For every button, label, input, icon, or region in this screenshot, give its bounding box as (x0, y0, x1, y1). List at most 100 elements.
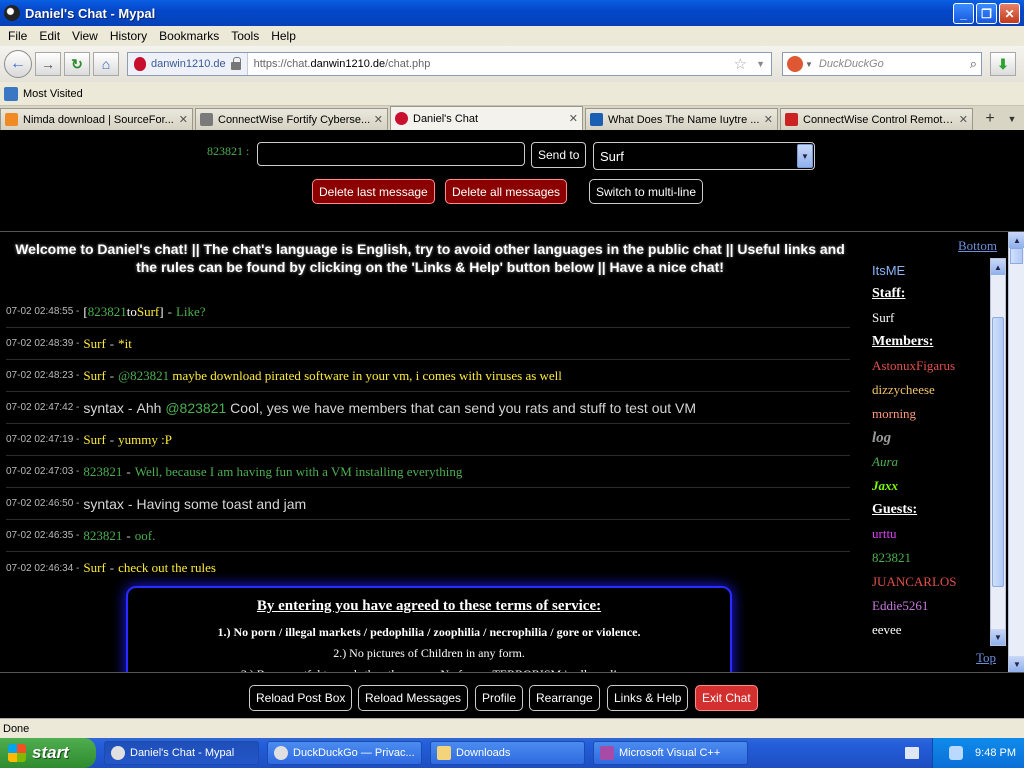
user-item[interactable]: ItsME (872, 258, 992, 282)
search-icon[interactable]: ⌕ (970, 56, 981, 72)
user-list-scrollbar[interactable]: ▲ ▼ (990, 258, 1006, 646)
scroll-up-icon[interactable]: ▲ (991, 259, 1005, 275)
user-item[interactable]: morning (872, 402, 992, 426)
forward-arrow-icon[interactable]: → (35, 52, 61, 76)
switch-multiline-button[interactable]: Switch to multi-line (589, 179, 704, 204)
tab-label: Nimda download | SourceFor... (23, 113, 174, 126)
message-input[interactable] (257, 142, 525, 166)
message-text: Cool, yes we have members that can send … (230, 399, 697, 416)
user-item[interactable]: 823821 (872, 546, 992, 570)
chevron-down-icon[interactable]: ▼ (797, 144, 813, 168)
user-item[interactable]: eevee (872, 618, 992, 642)
taskbar-item[interactable]: Downloads (430, 741, 585, 765)
tab-close-icon[interactable]: ✕ (764, 113, 773, 126)
keyboard-icon[interactable] (905, 747, 919, 759)
menu-help[interactable]: Help (265, 29, 302, 43)
menu-tools[interactable]: Tools (225, 29, 265, 43)
user-item[interactable]: AstonuxFigarus (872, 354, 992, 378)
taskbar-item[interactable]: Daniel's Chat - Mypal (104, 741, 259, 765)
user-item[interactable]: Surf (872, 306, 992, 330)
download-arrow-icon[interactable]: ⬇ (990, 52, 1016, 76)
tab-nimda[interactable]: Nimda download | SourceFor... ✕ (0, 108, 193, 130)
maximize-button[interactable]: ❐ (976, 3, 997, 24)
scroll-thumb[interactable] (992, 317, 1004, 587)
close-button[interactable]: ✕ (999, 3, 1020, 24)
message-author[interactable]: 823821 (83, 464, 122, 480)
send-to-button[interactable]: Send to (531, 142, 587, 168)
bookmark-star-icon[interactable]: ☆ (731, 55, 750, 73)
taskbar-item[interactable]: DuckDuckGo — Privac... (267, 741, 422, 765)
bottom-link[interactable]: Bottom (958, 238, 997, 254)
user-item[interactable]: Aura (872, 450, 992, 474)
profile-button[interactable]: Profile (475, 685, 524, 711)
reload-post-box-button[interactable]: Reload Post Box (249, 685, 353, 711)
page-scrollbar[interactable]: ▲ ▼ (1008, 232, 1024, 672)
menu-edit[interactable]: Edit (33, 29, 66, 43)
url-bar[interactable]: danwin1210.de https://chat.danwin1210.de… (127, 52, 772, 76)
user-item[interactable]: urttu (872, 522, 992, 546)
menu-view[interactable]: View (66, 29, 104, 43)
url-text[interactable]: https://chat.danwin1210.de/chat.php (248, 58, 731, 70)
network-icon[interactable] (949, 746, 964, 760)
message-mention[interactable]: @823821 (118, 368, 169, 384)
tab-iuytre[interactable]: What Does The Name Iuytre ... ✕ (585, 108, 778, 130)
user-item[interactable]: log (872, 426, 992, 450)
menu-bookmarks[interactable]: Bookmarks (153, 29, 225, 43)
exit-chat-button[interactable]: Exit Chat (695, 685, 758, 711)
message-author[interactable]: Surf (83, 560, 105, 576)
search-input[interactable]: DuckDuckGo (813, 58, 970, 70)
user-item[interactable]: Jaxx (872, 474, 992, 498)
menu-file[interactable]: File (2, 29, 33, 43)
tab-daniels-chat[interactable]: Daniel's Chat ✕ (390, 106, 583, 130)
recipient-select[interactable]: Surf ▼ (593, 142, 815, 170)
minimize-button[interactable]: _ (953, 3, 974, 24)
home-icon[interactable]: ⌂ (93, 52, 119, 76)
tab-list-chevron-icon[interactable]: ▼ (1001, 108, 1023, 130)
tab-connectwise-control[interactable]: ConnectWise Control Remote... ✕ (780, 108, 973, 130)
message-row: 07-02 02:48:39 - Surf - *it (6, 328, 850, 360)
url-dropdown-icon[interactable]: ▼ (750, 59, 771, 69)
message-mention[interactable]: @823821 (165, 400, 226, 416)
start-button[interactable]: start (0, 738, 96, 768)
tab-close-icon[interactable]: ✕ (179, 113, 188, 126)
message-author[interactable]: Surf (83, 368, 105, 384)
connectwise-control-icon (785, 113, 798, 126)
most-visited-link[interactable]: Most Visited (23, 88, 83, 100)
new-tab-plus-icon[interactable]: + (979, 108, 1001, 130)
user-item[interactable]: JUANCARLOS (872, 570, 992, 594)
message-author[interactable]: 823821 (83, 528, 122, 544)
message-author[interactable]: syntax (83, 496, 123, 512)
menu-history[interactable]: History (104, 29, 153, 43)
tab-connectwise-fortify[interactable]: ConnectWise Fortify Cyberse... ✕ (195, 108, 388, 130)
scroll-up-icon[interactable]: ▲ (1009, 232, 1024, 248)
reload-messages-button[interactable]: Reload Messages (358, 685, 469, 711)
clock: 9:48 PM (975, 747, 1016, 759)
delete-last-message-button[interactable]: Delete last message (312, 179, 435, 204)
connectwise-icon (200, 113, 213, 126)
user-item[interactable]: Eddie5261 (872, 594, 992, 618)
back-arrow-icon[interactable]: ← (4, 50, 32, 78)
taskbar-item[interactable]: Microsoft Visual C++ (593, 741, 748, 765)
tab-close-icon[interactable]: ✕ (569, 112, 578, 125)
message-recipient[interactable]: Surf (137, 304, 159, 320)
scroll-down-icon[interactable]: ▼ (991, 629, 1005, 645)
tab-close-icon[interactable]: ✕ (959, 113, 968, 126)
reload-icon[interactable]: ↻ (64, 52, 90, 76)
search-bar[interactable]: ▼ DuckDuckGo ⌕ (782, 52, 982, 76)
search-engine-caret-icon[interactable]: ▼ (805, 60, 813, 69)
site-identity-button[interactable]: danwin1210.de (128, 53, 248, 75)
scroll-down-icon[interactable]: ▼ (1009, 656, 1024, 672)
delete-all-messages-button[interactable]: Delete all messages (445, 179, 568, 204)
rearrange-button[interactable]: Rearrange (529, 685, 600, 711)
scroll-thumb[interactable] (1010, 248, 1023, 264)
message-author[interactable]: Surf (83, 432, 105, 448)
message-author[interactable]: Surf (83, 336, 105, 352)
message-author[interactable]: 823821 (88, 304, 127, 320)
top-link[interactable]: Top (976, 650, 996, 666)
links-help-button[interactable]: Links & Help (607, 685, 689, 711)
duckduckgo-icon[interactable] (787, 56, 803, 72)
message-author[interactable]: syntax (83, 400, 123, 416)
tab-close-icon[interactable]: ✕ (374, 113, 383, 126)
user-item[interactable]: dizzycheese (872, 378, 992, 402)
message-timestamp: 07-02 02:47:42 - (6, 402, 80, 413)
